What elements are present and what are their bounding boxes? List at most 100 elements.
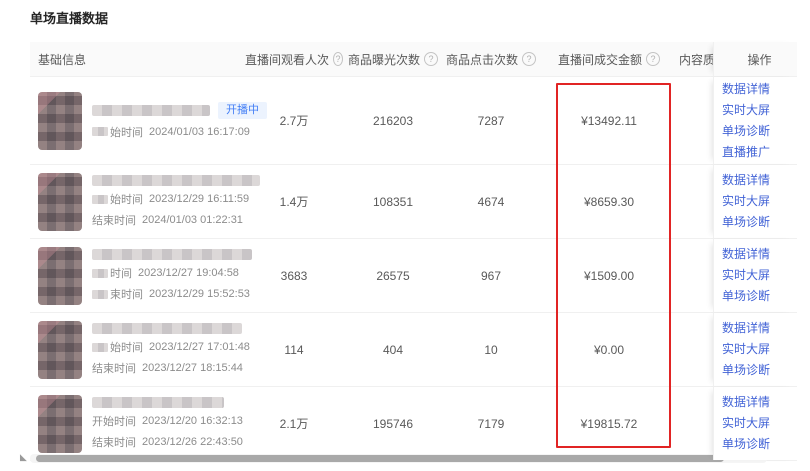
exposure-value: 195746 — [343, 387, 443, 460]
session-time-line: 结束时间2023/12/26 22:43:50 — [92, 434, 243, 450]
live-cover-thumbnail — [38, 92, 82, 150]
info-question-icon[interactable]: ? — [424, 52, 438, 66]
action-link[interactable]: 实时大屏 — [722, 339, 797, 360]
session-info-cell: 时间2023/12/27 19:04:58束时间2023/12/29 15:52… — [30, 239, 245, 312]
blurred-label-fragment — [92, 195, 108, 204]
action-link[interactable]: 直播推广 — [722, 142, 797, 163]
time-value: 2024/01/03 16:17:09 — [149, 126, 250, 138]
session-title-line — [92, 175, 260, 186]
action-link[interactable]: 单场诊断 — [722, 212, 797, 233]
row-actions-cell: 数据详情实时大屏单场诊断直播推广 — [713, 77, 797, 164]
blurred-session-title — [92, 175, 260, 186]
clicks-value: 7287 — [443, 77, 539, 164]
session-info-lines: 开播中 始时间2024/01/03 16:17:09 — [92, 102, 267, 140]
time-value: 2023/12/27 19:04:58 — [138, 267, 239, 279]
time-label: 始时间 — [110, 339, 143, 355]
time-label: 时间 — [110, 265, 132, 281]
time-label: 始时间 — [110, 191, 143, 207]
session-time-line: 始时间 2023/12/27 17:01:48 — [92, 339, 250, 355]
time-value: 2023/12/26 22:43:50 — [142, 436, 243, 448]
time-label: 结束时间 — [92, 360, 136, 376]
session-time-line: 束时间 2023/12/29 15:52:53 — [92, 286, 252, 302]
action-link[interactable]: 数据详情 — [722, 170, 797, 191]
column-header: 内容质量 — [679, 42, 713, 76]
live-cover-thumbnail — [38, 395, 82, 453]
session-time-line: 始时间2023/12/29 16:11:59 — [92, 191, 260, 207]
session-info-cell: 开播中 始时间2024/01/03 16:17:09 — [30, 77, 245, 164]
views-value: 2.1万 — [245, 387, 343, 460]
session-info-lines: 开始时间2023/12/20 16:32:13结束时间2023/12/26 22… — [92, 397, 243, 450]
row-actions-cell: 数据详情实时大屏单场诊断 — [713, 387, 797, 460]
action-link[interactable]: 实时大屏 — [722, 413, 797, 434]
blurred-session-title — [92, 105, 210, 116]
clicks-value: 967 — [443, 239, 539, 312]
column-header: 操作 — [713, 42, 797, 76]
session-info-cell: 始时间2023/12/29 16:11:59结束时间2024/01/03 01:… — [30, 165, 245, 238]
table-body: 开播中 始时间2024/01/03 16:17:09 2.7万 216203 7… — [30, 77, 797, 461]
action-link[interactable]: 实时大屏 — [722, 191, 797, 212]
time-value: 2023/12/29 15:52:53 — [149, 288, 250, 300]
session-time-line: 结束时间2024/01/03 01:22:31 — [92, 212, 260, 228]
session-info-lines: 始时间2023/12/29 16:11:59 结束时间2024/01/03 01:… — [92, 175, 260, 228]
gmv-value: ¥0.00 — [539, 313, 679, 386]
row-actions-cell: 数据详情实时大屏单场诊断 — [713, 239, 797, 312]
row-actions-cell: 数据详情实时大屏单场诊断 — [713, 313, 797, 386]
table-row: 开播中 始时间2024/01/03 16:17:09 2.7万 216203 7… — [30, 77, 797, 165]
info-question-icon[interactable]: ? — [646, 52, 660, 66]
action-link[interactable]: 单场诊断 — [722, 434, 797, 455]
action-link[interactable]: 数据详情 — [722, 244, 797, 265]
views-value: 3683 — [245, 239, 343, 312]
blurred-label-fragment — [92, 290, 108, 299]
session-title-line: 开播中 — [92, 102, 267, 119]
column-header-label: 商品曝光次数 — [348, 51, 420, 68]
session-time-line: 结束时间 2023/12/27 18:15:44 — [92, 360, 250, 376]
time-label: 束时间 — [110, 286, 143, 302]
column-header: 直播间观看人次? — [245, 42, 343, 76]
time-value: 2024/01/03 01:22:31 — [142, 214, 243, 226]
views-value: 114 — [245, 313, 343, 386]
scroll-corner-handle-icon[interactable]: ◢ — [20, 452, 27, 463]
action-link[interactable]: 数据详情 — [722, 79, 797, 100]
session-title-line — [92, 397, 243, 408]
column-header: 直播间成交金额? — [539, 42, 679, 76]
info-question-icon[interactable]: ? — [522, 52, 536, 66]
live-cover-thumbnail — [38, 247, 82, 305]
gmv-value: ¥13492.11 — [539, 77, 679, 164]
gmv-value: ¥19815.72 — [539, 387, 679, 460]
column-header-label: 直播间观看人次 — [245, 51, 329, 68]
time-value: 2023/12/27 18:15:44 — [142, 362, 243, 374]
column-header-label: 基础信息 — [38, 51, 86, 68]
live-data-page: 单场直播数据 基础信息直播间观看人次?商品曝光次数?商品点击次数?直播间成交金额… — [0, 0, 810, 471]
action-link[interactable]: 单场诊断 — [722, 286, 797, 307]
exposure-value: 26575 — [343, 239, 443, 312]
info-question-icon[interactable]: ? — [333, 52, 343, 66]
session-info-cell: 始时间2023/12/27 17:01:48结束时间2023/12/27 18:… — [30, 313, 245, 386]
action-link[interactable]: 单场诊断 — [722, 121, 797, 142]
blurred-label-fragment — [92, 343, 108, 352]
column-header-label: 操作 — [747, 51, 771, 68]
session-info-cell: 开始时间2023/12/20 16:32:13结束时间2023/12/26 22… — [30, 387, 245, 460]
table-row: 始时间2023/12/29 16:11:59 结束时间2024/01/03 01:… — [30, 165, 797, 239]
action-link[interactable]: 实时大屏 — [722, 265, 797, 286]
gmv-value: ¥8659.30 — [539, 165, 679, 238]
time-label: 开始时间 — [92, 413, 136, 429]
action-link[interactable]: 实时大屏 — [722, 100, 797, 121]
action-link[interactable]: 数据详情 — [722, 318, 797, 339]
exposure-value: 108351 — [343, 165, 443, 238]
blurred-label-fragment — [92, 269, 108, 278]
content-quality-cell — [679, 77, 713, 164]
session-time-line: 始时间2024/01/03 16:17:09 — [92, 124, 267, 140]
blurred-session-title — [92, 323, 242, 334]
action-link[interactable]: 单场诊断 — [722, 360, 797, 381]
live-cover-thumbnail — [38, 173, 82, 231]
action-link[interactable]: 数据详情 — [722, 392, 797, 413]
session-time-line: 时间 2023/12/27 19:04:58 — [92, 265, 252, 281]
table-header-row: 基础信息直播间观看人次?商品曝光次数?商品点击次数?直播间成交金额?内容质量操作 — [30, 42, 797, 77]
time-value: 2023/12/27 17:01:48 — [149, 341, 250, 353]
table-row: 时间 2023/12/27 19:04:58 束时间 2023/12/29 15:52… — [30, 239, 797, 313]
column-header: 基础信息 — [30, 42, 245, 76]
gmv-value: ¥1509.00 — [539, 239, 679, 312]
exposure-value: 216203 — [343, 77, 443, 164]
horizontal-scrollbar-thumb[interactable] — [36, 455, 724, 462]
live-cover-thumbnail — [38, 321, 82, 379]
